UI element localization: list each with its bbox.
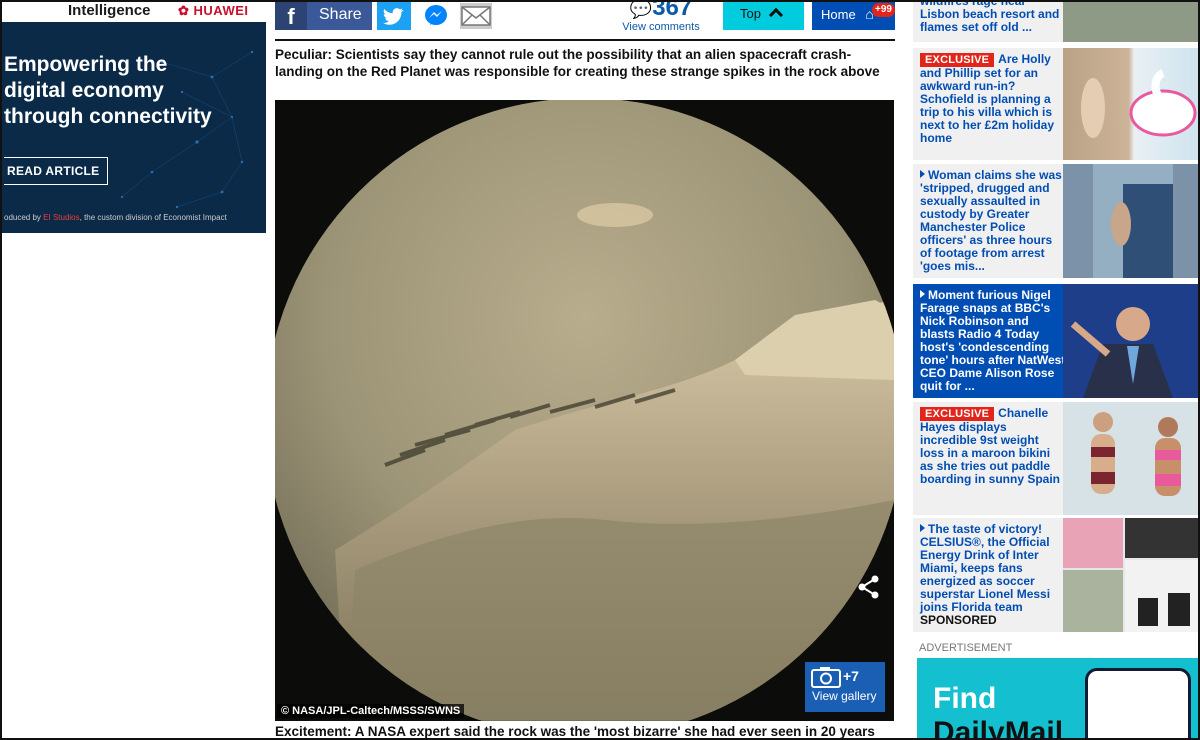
ad-headline-line: digital economy [4,79,164,102]
sidebar-item-text: EXCLUSIVE Are Holly and Phillip set for a… [920,53,1066,145]
sidebar-item-text: Moment furious Nigel Farage snaps at BBC… [920,289,1066,393]
comment-count-value: 367 [652,0,693,21]
top-label: Top [740,6,761,21]
sidebar-item-headline: Are Holly and Phillip set for an awkward… [920,52,1055,145]
email-share-button[interactable] [460,3,492,29]
comment-count: 💬367 [621,0,701,21]
sidebar-item-text: The taste of victory! CELSIUS®, the Offi… [920,523,1066,627]
sidebar-item-chanelle-hayes[interactable]: EXCLUSIVE Chanelle Hayes displays incredi… [913,402,1198,515]
gallery-count: +7 [843,668,859,684]
messenger-icon [425,5,447,25]
photo-share-button[interactable] [856,574,882,600]
sidebar-thumbnail [1063,48,1198,160]
home-notification-badge: +99 [872,3,895,17]
twitter-share-button[interactable] [377,2,411,30]
share-bar: f Share 💬367 View comments Top Home ⌂ +9… [275,0,895,33]
messenger-share-button[interactable] [421,2,451,30]
cell-footage-image [1093,164,1173,278]
back-to-top-button[interactable]: Top [723,2,804,30]
twitter-icon [383,8,404,25]
sidebar-item-celsius-sponsored[interactable]: The taste of victory! CELSIUS®, the Offi… [913,518,1198,632]
comment-label: View comments [622,21,700,33]
sidebar-item-headline: Moment furious Nigel Farage snaps at BBC… [920,288,1066,393]
arrow-icon [920,290,925,298]
view-comments-link[interactable]: 💬367 View comments [621,0,701,33]
sidebar-thumbnail [1063,402,1198,515]
sidebar-item-gmp-custody[interactable]: Woman claims she was 'stripped, drugged … [913,164,1198,278]
sidebar-item-text: wildfires rage near Lisbon beach resort … [920,2,1060,34]
ad-footer: oduced by EI Studios, the custom divisio… [4,213,227,222]
sponsored-label: SPONSORED [920,613,997,627]
ad-brand-intelligence: Intelligence [68,2,151,19]
facebook-icon: f [275,2,307,30]
sidebar-item-headline: The taste of victory! CELSIUS®, the Offi… [920,522,1051,614]
sidebar-item-holly-phillip[interactable]: EXCLUSIVE Are Holly and Phillip set for a… [913,48,1198,160]
ad-footer-prefix: oduced by [4,213,41,222]
ad-headline: Empowering the digital economy through c… [4,52,264,130]
ad-line-dailymail: DailyMail [933,716,1064,740]
economist-impact-ad[interactable]: Intelligence ✿ HUAWEI Empowering the dig… [2,2,266,233]
email-icon [461,6,491,26]
mars-photo-image [275,100,894,721]
dailymail-app-ad[interactable]: Find DailyMail [917,658,1198,740]
sidebar-thumbnail [1063,164,1198,278]
ad-line-find: Find [933,682,997,715]
home-label: Home [821,7,856,22]
divider [275,39,895,41]
paddleboard-image [1091,412,1181,496]
chevron-up-icon [768,7,783,23]
huawei-wordmark: HUAWEI [193,3,249,18]
speech-bubble-icon: 💬 [629,0,653,19]
celsius-event-image [1063,518,1198,632]
sidebar-item-lisbon-wildfires[interactable]: wildfires rage near Lisbon beach resort … [913,2,1198,42]
sidebar-item-text: EXCLUSIVE Chanelle Hayes displays incredi… [920,407,1066,486]
ad-footer-suffix: , the custom division of Economist Impac… [79,213,227,222]
photo-credit: © NASA/JPL-Caltech/MSSS/SWNS [277,704,465,718]
advertisement-label: ADVERTISEMENT [919,642,1013,654]
ad-footer-highlight: EI Studios [43,213,80,222]
exclusive-badge: EXCLUSIVE [920,53,995,67]
sidebar-item-farage-bbc[interactable]: Moment furious Nigel Farage snaps at BBC… [913,284,1198,398]
ad-headline-line: Empowering the [4,53,168,76]
sidebar-thumbnail [1063,2,1198,42]
page-frame: Intelligence ✿ HUAWEI Empowering the dig… [0,0,1200,740]
read-article-button[interactable]: READ ARTICLE [4,157,108,185]
view-gallery-button[interactable]: +7 View gallery [805,662,885,712]
sidebar-item-headline: Woman claims she was 'stripped, drugged … [920,168,1062,273]
photo-caption-bottom: Excitement: A NASA expert said the rock … [275,724,875,739]
exclusive-badge: EXCLUSIVE [920,407,995,421]
share-icon [858,575,879,599]
facebook-share-label: Share [319,6,362,23]
swan-float-image [1081,69,1197,138]
sidebar-thumbnail [1063,518,1198,632]
facebook-share-button[interactable]: f Share [275,2,372,30]
farage-image [1070,307,1173,398]
ad-brand-huawei: ✿ HUAWEI [178,3,249,18]
camera-icon [811,667,841,688]
home-button[interactable]: Home ⌂ +99 [812,2,895,30]
sidebar-item-text: Woman claims she was 'stripped, drugged … [920,169,1066,273]
arrow-icon [920,524,925,532]
ad-headline-line: through connectivity [4,105,212,128]
phone-mockup [1085,668,1191,738]
sidebar-thumbnail [1063,284,1198,398]
arrow-icon [920,170,925,178]
mars-rock-photo[interactable]: © NASA/JPL-Caltech/MSSS/SWNS +7 View gal… [275,100,894,721]
gallery-label: View gallery [812,689,877,703]
photo-caption-top: Peculiar: Scientists say they cannot rul… [275,47,880,79]
